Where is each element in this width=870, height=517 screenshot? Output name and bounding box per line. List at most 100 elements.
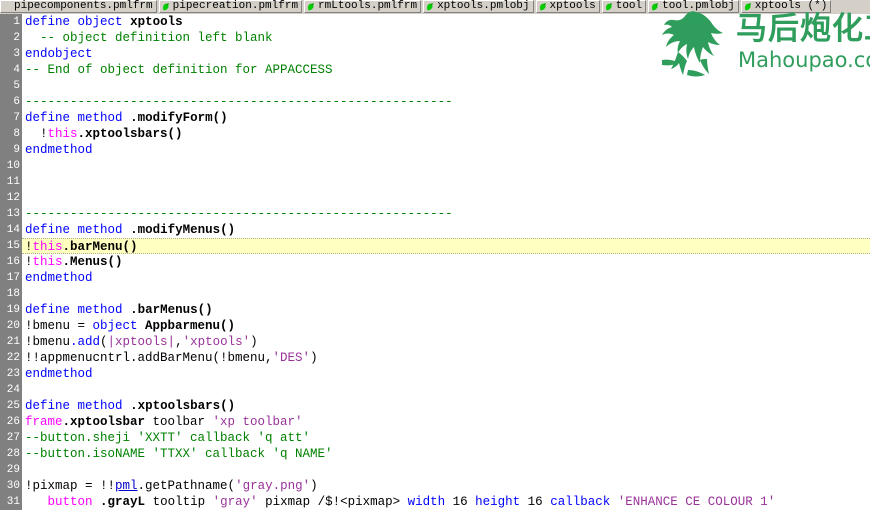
code-token: Appbarmenu() <box>145 319 236 333</box>
code-token: 'xp toolbar' <box>212 415 303 429</box>
code-line-text[interactable]: !this.barMenu() <box>22 238 870 254</box>
code-line-text[interactable]: endobject <box>22 46 870 62</box>
code-line[interactable]: 20 !bmenu = object Appbarmenu() <box>0 318 870 334</box>
code-line[interactable]: 31 button .grayL tooltip 'gray' pixmap /… <box>0 494 870 510</box>
code-line[interactable]: 22 !!appmenucntrl.addBarMenu(!bmenu,'DES'… <box>0 350 870 366</box>
line-number: 8 <box>0 126 22 142</box>
code-line-text[interactable] <box>22 382 870 398</box>
code-line-text[interactable]: !this.Menus() <box>22 254 870 270</box>
code-line[interactable]: 16 !this.Menus() <box>0 254 870 270</box>
code-line[interactable]: 30 !pixmap = !!pml.getPathname('gray.png'… <box>0 478 870 494</box>
code-line[interactable]: 24 <box>0 382 870 398</box>
code-line-text[interactable]: ----------------------------------------… <box>22 206 870 222</box>
code-line[interactable]: 9 endmethod <box>0 142 870 158</box>
code-line-text[interactable] <box>22 78 870 94</box>
code-line[interactable]: 18 <box>0 286 870 302</box>
code-line-text[interactable]: !bmenu.add(|xptools|,'xptools') <box>22 334 870 350</box>
code-line[interactable]: 11 <box>0 174 870 190</box>
line-number: 21 <box>0 334 22 350</box>
editor-tab[interactable]: tool <box>601 0 647 13</box>
code-line-text[interactable]: !this.xptoolsbars() <box>22 126 870 142</box>
code-line-text[interactable] <box>22 190 870 206</box>
editor-tab[interactable]: tool.pmlobj <box>648 0 739 13</box>
line-number: 10 <box>0 158 22 174</box>
code-line-text[interactable] <box>22 286 870 302</box>
pml-file-icon <box>307 2 315 11</box>
code-line[interactable]: 4 -- End of object definition for APPACCE… <box>0 62 870 78</box>
code-line-text[interactable]: define method .modifyMenus() <box>22 222 870 238</box>
code-line[interactable]: 23 endmethod <box>0 366 870 382</box>
code-line-text[interactable]: !bmenu = object Appbarmenu() <box>22 318 870 334</box>
code-line[interactable]: 7 define method .modifyForm() <box>0 110 870 126</box>
code-line-text[interactable]: --button.isoNAME 'TTXX' callback 'q NAME… <box>22 446 870 462</box>
code-line[interactable]: 10 <box>0 158 870 174</box>
code-token: --button.isoNAME 'TTXX' callback 'q NAME… <box>25 447 333 461</box>
code-token: .modifyForm() <box>130 111 228 125</box>
code-line-text[interactable]: define method .xptoolsbars() <box>22 398 870 414</box>
editor-tab[interactable]: xptools <box>535 0 600 13</box>
code-line[interactable]: 25 define method .xptoolsbars() <box>0 398 870 414</box>
line-number: 16 <box>0 254 22 270</box>
code-line-text[interactable]: -- object definition left blank <box>22 30 870 46</box>
code-token: frame <box>25 415 63 429</box>
code-line-text[interactable]: -- End of object definition for APPACCES… <box>22 62 870 78</box>
pml-file-icon <box>426 2 434 11</box>
code-line[interactable]: 21 !bmenu.add(|xptools|,'xptools') <box>0 334 870 350</box>
code-token: method <box>77 111 123 125</box>
editor-tab[interactable]: xptools (*) <box>740 0 832 13</box>
code-line-text[interactable]: define method .barMenus() <box>22 302 870 318</box>
code-line-text[interactable] <box>22 158 870 174</box>
code-token: 'gray' <box>212 495 258 509</box>
code-line-text[interactable]: ----------------------------------------… <box>22 94 870 110</box>
code-token: .modifyMenus() <box>130 223 236 237</box>
line-number: 9 <box>0 142 22 158</box>
code-line[interactable]: 19 define method .barMenus() <box>0 302 870 318</box>
code-line-text[interactable]: define object xptools <box>22 14 870 30</box>
code-line[interactable]: 14 define method .modifyMenus() <box>0 222 870 238</box>
editor-tab-bar[interactable]: pipecomponents.pmlfrm pipecreation.pmlfrm… <box>0 0 870 14</box>
code-line[interactable]: 5 <box>0 78 870 94</box>
code-line-text[interactable]: !!appmenucntrl.addBarMenu(!bmenu,'DES') <box>22 350 870 366</box>
code-line[interactable]: 6 ---------------------------------------… <box>0 94 870 110</box>
pml-file-icon <box>605 2 613 11</box>
pml-file-icon <box>539 2 547 11</box>
editor-tab[interactable]: rmLtools.pmlfrm <box>304 0 422 13</box>
code-token: define <box>25 303 71 317</box>
code-line-text[interactable] <box>22 462 870 478</box>
code-line[interactable]: 1 define object xptools <box>0 14 870 30</box>
code-line[interactable]: 15 !this.barMenu() <box>0 238 870 254</box>
code-line[interactable]: 17 endmethod <box>0 270 870 286</box>
code-line[interactable]: 12 <box>0 190 870 206</box>
code-token: .xptoolsbars() <box>77 127 183 141</box>
line-number: 11 <box>0 174 22 190</box>
code-token: .xptoolsbar <box>62 415 146 429</box>
code-line-text[interactable]: endmethod <box>22 270 870 286</box>
code-token: ----------------------------------------… <box>25 95 453 109</box>
editor-tab[interactable]: pipecomponents.pmlfrm <box>0 0 157 13</box>
code-line-text[interactable]: !pixmap = !!pml.getPathname('gray.png') <box>22 478 870 494</box>
code-line[interactable]: 29 <box>0 462 870 478</box>
code-line[interactable]: 2 -- object definition left blank <box>0 30 870 46</box>
code-line[interactable]: 13 --------------------------------------… <box>0 206 870 222</box>
code-line[interactable]: 26 frame.xptoolsbar toolbar 'xp toolbar' <box>0 414 870 430</box>
code-line-text[interactable]: --button.sheji 'XXTT' callback 'q att' <box>22 430 870 446</box>
code-line-text[interactable]: endmethod <box>22 142 870 158</box>
code-line-text[interactable]: endmethod <box>22 366 870 382</box>
pml-file-icon <box>744 2 752 11</box>
code-line-text[interactable]: frame.xptoolsbar toolbar 'xp toolbar' <box>22 414 870 430</box>
editor-tab[interactable]: pipecreation.pmlfrm <box>158 0 303 13</box>
code-line[interactable]: 8 !this.xptoolsbars() <box>0 126 870 142</box>
editor-tab[interactable]: xptools.pmlobj <box>423 0 534 13</box>
code-line-text[interactable]: button .grayL tooltip 'gray' pixmap /$!<… <box>22 494 870 510</box>
code-line[interactable]: 27 --button.sheji 'XXTT' callback 'q att' <box>0 430 870 446</box>
code-editor[interactable]: 1 define object xptools 2 -- object defini… <box>0 14 870 517</box>
code-line[interactable]: 28 --button.isoNAME 'TTXX' callback 'q NA… <box>0 446 870 462</box>
code-line-text[interactable] <box>22 174 870 190</box>
editor-tab-label: xptools.pmlobj <box>437 0 530 12</box>
code-token: -- End of object definition for APPACCES… <box>25 63 333 77</box>
code-line-text[interactable]: define method .modifyForm() <box>22 110 870 126</box>
code-line[interactable]: 3 endobject <box>0 46 870 62</box>
